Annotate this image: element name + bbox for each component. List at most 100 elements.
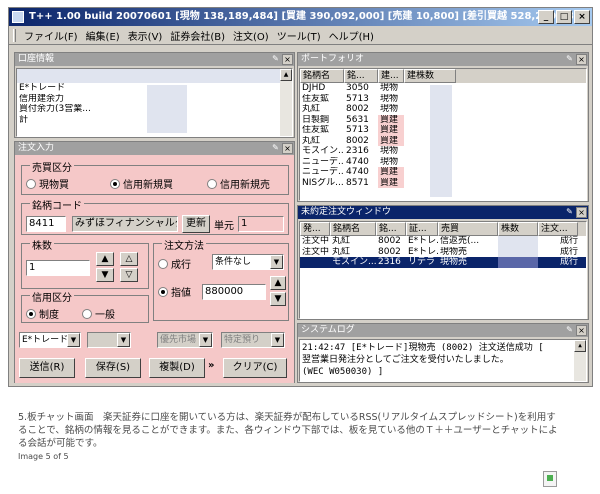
close-button[interactable]: × xyxy=(574,10,590,24)
cell-name: ニューデ... xyxy=(302,167,344,177)
code-input[interactable]: 8411 xyxy=(26,216,66,232)
radio-limit[interactable]: 指値 xyxy=(158,284,191,299)
menu-order[interactable]: 注文(O) xyxy=(233,28,269,43)
col-qty[interactable]: 株数 xyxy=(498,222,538,236)
cell-type: 現物 xyxy=(380,83,399,93)
cell-name: 丸紅 xyxy=(302,104,321,114)
table-row[interactable]: 注文中丸紅 8002 E*トレ...現物売 成行 xyxy=(300,246,586,257)
qty-input[interactable]: 1 xyxy=(26,260,90,276)
radio-margin-sell[interactable]: 信用新規売 xyxy=(207,176,270,191)
col-type[interactable]: 建... xyxy=(378,69,404,83)
radio-label: 成行 xyxy=(171,260,191,271)
cell-code: 8002 xyxy=(378,246,401,257)
save-button[interactable]: 保存(S) xyxy=(85,358,141,378)
col-name[interactable]: 銘柄名 xyxy=(300,69,344,83)
col-status[interactable]: 発... xyxy=(300,222,330,236)
table-row[interactable]: 注文中丸紅 8002 E*トレ...信返売(... 成行 xyxy=(300,236,586,247)
cell-order-type: 成行 xyxy=(559,257,578,267)
cell-name: 日製鋼 xyxy=(302,114,330,125)
specific-account-select[interactable]: 特定預り ▼ xyxy=(221,332,285,348)
credit-group: 信用区分 制度 一般 xyxy=(21,289,149,323)
price-input[interactable]: 880000 xyxy=(202,284,266,300)
pin-icon[interactable]: ✎ xyxy=(270,143,281,154)
col-name[interactable]: 銘柄名 xyxy=(330,222,376,236)
scrollbar[interactable]: ▲ xyxy=(280,69,292,136)
log-line: (WEC W050030) ] xyxy=(302,367,384,377)
price-down-icon[interactable]: ▼ xyxy=(270,292,286,306)
qty-up-icon[interactable]: ▲ xyxy=(96,252,114,266)
condition-select[interactable]: 条件なし ▼ xyxy=(212,254,284,270)
pin-icon[interactable]: ✎ xyxy=(564,325,575,336)
qty-unit-down-icon[interactable]: ▽ xyxy=(120,268,138,282)
cell-order-type: 成行 xyxy=(559,236,578,246)
order-form: 売買区分 現物買 信用新規買 信用新規売 銘柄コード 8411 みずほフィナンシ… xyxy=(15,155,294,383)
radio-margin-buy[interactable]: 信用新規買 xyxy=(110,176,173,191)
col-side[interactable]: 売買 xyxy=(438,222,498,236)
system-log-titlebar[interactable]: システムログ ✎ × xyxy=(298,324,588,337)
menu-view[interactable]: 表示(V) xyxy=(128,28,163,43)
window-titlebar[interactable]: T++ 1.00 build 20070601 [現物 138,189,484]… xyxy=(9,8,592,26)
radio-general[interactable]: 一般 xyxy=(82,306,115,321)
refresh-button[interactable]: 更新 xyxy=(182,215,210,233)
qty-down-icon[interactable]: ▼ xyxy=(96,268,114,282)
menu-grip-icon xyxy=(13,29,16,42)
menu-file[interactable]: ファイル(F) xyxy=(24,28,78,43)
app-icon xyxy=(12,11,24,23)
scrollbar[interactable]: ▲ xyxy=(574,340,586,381)
scroll-up-icon[interactable]: ▲ xyxy=(280,69,292,81)
close-icon[interactable]: × xyxy=(576,207,587,218)
close-icon[interactable]: × xyxy=(576,54,587,65)
account-select[interactable]: ▼ xyxy=(87,332,131,348)
broker-select[interactable]: E*トレード ▼ xyxy=(19,332,81,348)
cell-code: 8571 xyxy=(346,177,369,188)
open-orders-titlebar[interactable]: 未約定注文ウィンドウ ✎ × xyxy=(298,206,588,219)
pin-icon[interactable]: ✎ xyxy=(564,54,575,65)
radio-label: 現物買 xyxy=(39,180,69,191)
maximize-button[interactable]: □ xyxy=(556,10,572,24)
cell-code: 4740 xyxy=(346,167,369,177)
price-up-icon[interactable]: ▲ xyxy=(270,276,286,290)
minimize-button[interactable]: _ xyxy=(538,10,554,24)
col-code[interactable]: 銘... xyxy=(376,222,406,236)
menu-tools[interactable]: ツール(T) xyxy=(277,28,321,43)
pin-icon[interactable]: ✎ xyxy=(564,207,575,218)
system-log-text: 21:42:47 [E*トレード]現物売 (8002) 注文送信成功 [ 翌営業… xyxy=(299,339,587,382)
priority-market-select[interactable]: 優先市場 ▼ xyxy=(157,332,213,348)
send-button[interactable]: 送信(R) xyxy=(19,358,75,378)
chevron-down-icon: ▼ xyxy=(117,333,130,347)
scroll-up-icon[interactable]: ▲ xyxy=(574,340,586,352)
menu-broker[interactable]: 証券会社(B) xyxy=(170,28,225,43)
account-panel-titlebar[interactable]: 口座情報 ✎ × xyxy=(15,53,294,66)
radio-label: 制度 xyxy=(39,310,59,321)
menu-help[interactable]: ヘルプ(H) xyxy=(329,28,374,43)
copy-button[interactable]: 複製(D) xyxy=(149,358,205,378)
portfolio-panel-titlebar[interactable]: ポートフォリオ ✎ × xyxy=(298,53,588,66)
col-code[interactable]: 銘... xyxy=(344,69,378,83)
table-row[interactable]: モスイン...2316 リテラ・...現物売 成行 xyxy=(300,257,586,268)
radio-icon xyxy=(110,178,120,189)
radio-market[interactable]: 成行 xyxy=(158,256,191,271)
radio-standard[interactable]: 制度 xyxy=(26,306,59,321)
cell-type: 買建 xyxy=(378,167,404,178)
qty-unit-up-icon[interactable]: △ xyxy=(120,252,138,266)
close-icon[interactable]: × xyxy=(282,143,293,154)
pin-icon[interactable]: ✎ xyxy=(270,54,281,65)
radio-cash-buy[interactable]: 現物買 xyxy=(26,176,69,191)
redacted-values xyxy=(147,85,187,133)
col-broker[interactable]: 証... xyxy=(406,222,438,236)
broker-value: E*トレード xyxy=(22,335,69,345)
specific-account-value: 特定預り xyxy=(224,335,261,345)
close-icon[interactable]: × xyxy=(576,325,587,336)
order-panel-titlebar[interactable]: 注文入力 ✎ × xyxy=(15,142,294,155)
radio-icon xyxy=(207,178,217,189)
more-icon[interactable]: » xyxy=(208,360,214,371)
cell-name: ニューデ... xyxy=(302,156,344,167)
col-qty[interactable]: 建株数 xyxy=(404,69,456,83)
open-orders-panel: 未約定注文ウィンドウ ✎ × 発... 銘柄名 銘... 証... 売買 株数 … xyxy=(297,205,589,320)
unit-label: 単元 xyxy=(214,221,234,232)
menu-edit[interactable]: 編集(E) xyxy=(86,28,120,43)
stock-name-field: みずほフィナンシャルグ xyxy=(72,216,178,232)
clear-button[interactable]: クリア(C) xyxy=(223,358,287,378)
col-order-type[interactable]: 注文... xyxy=(538,222,578,236)
close-icon[interactable]: × xyxy=(282,54,293,65)
